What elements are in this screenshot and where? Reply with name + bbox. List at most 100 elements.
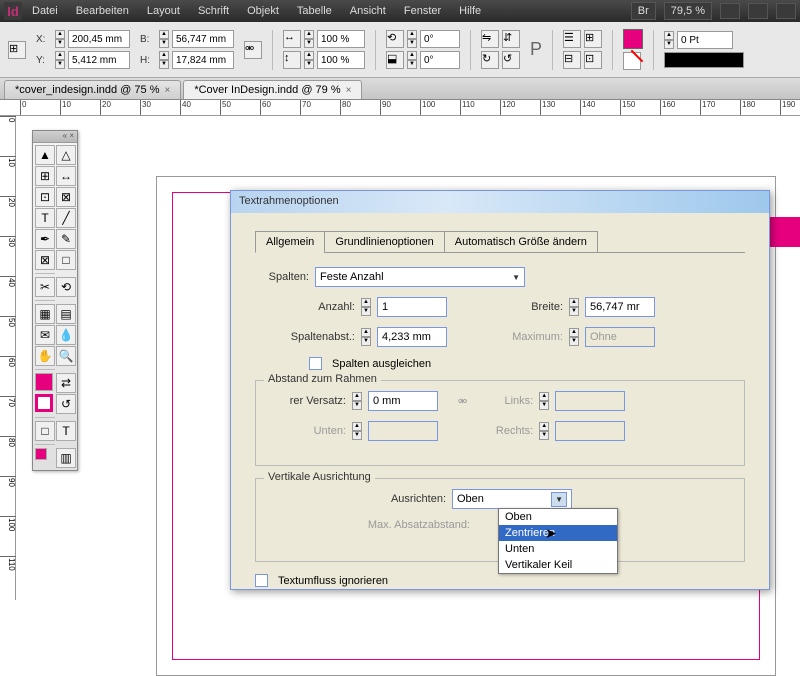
close-icon[interactable]: × (346, 85, 352, 96)
w-spinner[interactable]: ▲▼ (159, 30, 169, 48)
stroke-spinner[interactable]: ▲▼ (664, 31, 674, 49)
x-spinner[interactable]: ▲▼ (55, 30, 65, 48)
spalten-select[interactable]: Feste Anzahl▼ (315, 267, 525, 287)
pencil-tool-icon[interactable]: ✎ (56, 229, 76, 249)
versatz-spinner[interactable]: ▲▼ (352, 392, 362, 410)
ref-point-icon[interactable]: ⊞ (8, 41, 26, 59)
sy-field[interactable] (317, 51, 365, 69)
ruler-horizontal[interactable]: 0102030405060708090100110120130140150160… (0, 100, 800, 116)
y-field[interactable] (68, 51, 130, 69)
scissors-tool-icon[interactable]: ✂ (35, 277, 55, 297)
direct-selection-tool-icon[interactable]: △ (56, 145, 76, 165)
align-icon-4[interactable]: ⊡ (584, 51, 602, 69)
tab-cover-indesign-1[interactable]: *cover_indesign.indd @ 75 %× (4, 80, 181, 99)
sx-spinner[interactable]: ▲▼ (304, 30, 314, 48)
versatz-field[interactable] (368, 391, 438, 411)
flip-h-icon[interactable]: ⇋ (481, 30, 499, 48)
menu-bearbeiten[interactable]: Bearbeiten (68, 2, 137, 20)
dropdown-option-unten[interactable]: Unten (499, 541, 617, 557)
spaltenabst-spinner[interactable]: ▲▼ (361, 328, 371, 346)
rot-spinner[interactable]: ▲▼ (407, 30, 417, 48)
menu-schrift[interactable]: Schrift (190, 2, 237, 20)
dropdown-option-oben[interactable]: Oben (499, 509, 617, 525)
rotation-field[interactable] (420, 30, 460, 48)
page-tool-icon[interactable]: ⊞ (35, 166, 55, 186)
note-tool-icon[interactable]: ✉ (35, 325, 55, 345)
default-colors-icon[interactable]: ⇄ (56, 373, 76, 393)
zoom-field[interactable]: 79,5 % (664, 2, 712, 20)
ruler-vertical[interactable]: 0102030405060708090100110 (0, 116, 16, 600)
type-tool-icon[interactable]: T (35, 208, 55, 228)
sx-field[interactable] (317, 30, 365, 48)
w-field[interactable] (172, 30, 234, 48)
menu-ansicht[interactable]: Ansicht (342, 2, 394, 20)
rotate-ccw-icon[interactable]: ↺ (502, 51, 520, 69)
p-icon[interactable]: P (530, 39, 542, 60)
bridge-button[interactable]: Br (631, 2, 656, 20)
screen-mode-icon[interactable] (748, 3, 768, 19)
apply-fill-icon[interactable]: □ (35, 421, 55, 441)
view-mode-icon[interactable] (720, 3, 740, 19)
menu-fenster[interactable]: Fenster (396, 2, 449, 20)
h-spinner[interactable]: ▲▼ (159, 51, 169, 69)
align-icon-1[interactable]: ☰ (563, 30, 581, 48)
breite-field[interactable] (585, 297, 655, 317)
content-tool-icon[interactable]: ⊡ (35, 187, 55, 207)
close-icon[interactable]: × (164, 85, 170, 96)
breite-spinner[interactable]: ▲▼ (569, 298, 579, 316)
stroke-color-icon[interactable] (35, 394, 53, 412)
rectangle-tool-icon[interactable]: □ (56, 250, 76, 270)
dropdown-option-zentrieren[interactable]: Zentrieren (499, 525, 617, 541)
fill-color-icon[interactable] (35, 373, 53, 391)
stroke-swatch[interactable] (623, 52, 641, 70)
spaltenabst-field[interactable] (377, 327, 447, 347)
align-icon-2[interactable]: ⊞ (584, 30, 602, 48)
zoom-tool-icon[interactable]: 🔍 (56, 346, 76, 366)
dropdown-option-vertikaler-keil[interactable]: Vertikaler Keil (499, 557, 617, 573)
transform-tool-icon[interactable]: ⟲ (56, 277, 76, 297)
menu-datei[interactable]: Datei (24, 2, 66, 20)
anzahl-spinner[interactable]: ▲▼ (361, 298, 371, 316)
h-field[interactable] (172, 51, 234, 69)
link-icon[interactable]: ⚮ (458, 395, 467, 408)
ausrichten-select[interactable]: Oben▼ (452, 489, 572, 509)
stroke-style[interactable] (664, 52, 744, 68)
sy-spinner[interactable]: ▲▼ (304, 51, 314, 69)
color-apply-icon[interactable] (35, 448, 47, 460)
fill-swatch[interactable] (623, 29, 643, 49)
menu-hilfe[interactable]: Hilfe (451, 2, 489, 20)
spalten-ausgleichen-checkbox[interactable] (309, 357, 322, 370)
gradient-tool-icon[interactable]: ▦ (35, 304, 55, 324)
menu-objekt[interactable]: Objekt (239, 2, 287, 20)
textumfluss-checkbox[interactable] (255, 574, 268, 587)
menu-tabelle[interactable]: Tabelle (289, 2, 340, 20)
swap-colors-icon[interactable]: ↺ (56, 394, 76, 414)
rectangle-frame-tool-icon[interactable]: ⊠ (35, 250, 55, 270)
flip-v-icon[interactable]: ⇵ (502, 30, 520, 48)
arrange-icon[interactable] (776, 3, 796, 19)
stroke-field[interactable] (677, 31, 733, 49)
line-tool-icon[interactable]: ╱ (56, 208, 76, 228)
tab-allgemein[interactable]: Allgemein (255, 231, 325, 253)
selection-tool-icon[interactable]: ▲ (35, 145, 55, 165)
tab-automatisch-groesse[interactable]: Automatisch Größe ändern (444, 231, 598, 253)
pen-tool-icon[interactable]: ✒ (35, 229, 55, 249)
content-tool2-icon[interactable]: ⊠ (56, 187, 76, 207)
eyedropper-tool-icon[interactable]: 💧 (56, 325, 76, 345)
anzahl-field[interactable] (377, 297, 447, 317)
link-wh-icon[interactable]: ⚮ (244, 41, 262, 59)
gradient-feather-tool-icon[interactable]: ▤ (56, 304, 76, 324)
y-spinner[interactable]: ▲▼ (55, 51, 65, 69)
apply-text-icon[interactable]: T (56, 421, 76, 441)
align-icon-3[interactable]: ⊟ (563, 51, 581, 69)
tab-grundlinienoptionen[interactable]: Grundlinienoptionen (324, 231, 444, 253)
menu-layout[interactable]: Layout (139, 2, 188, 20)
rotate-cw-icon[interactable]: ↻ (481, 51, 499, 69)
gap-tool-icon[interactable]: ↔ (56, 166, 76, 186)
shear-field[interactable] (420, 51, 460, 69)
tab-cover-indesign-2[interactable]: *Cover InDesign.indd @ 79 %× (183, 80, 362, 99)
hand-tool-icon[interactable]: ✋ (35, 346, 55, 366)
toolbox-header[interactable]: « × (33, 131, 77, 143)
x-field[interactable] (68, 30, 130, 48)
shear-spinner[interactable]: ▲▼ (407, 51, 417, 69)
